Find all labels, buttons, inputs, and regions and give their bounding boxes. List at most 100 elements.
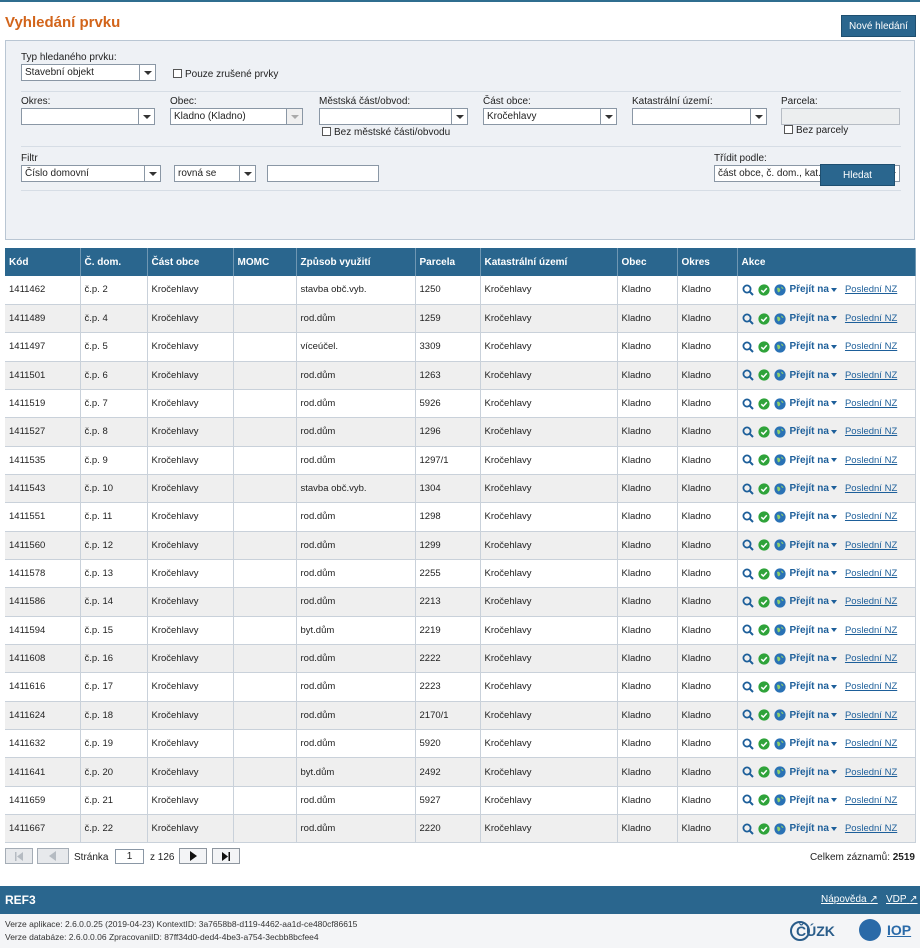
table-row[interactable]: 1411535 č.p. 9 Kročehlavy rod.dům 1297/1 Kroč…	[5, 446, 916, 475]
check-icon[interactable]	[757, 596, 770, 608]
mestska-select[interactable]	[319, 108, 468, 125]
search-icon[interactable]	[742, 653, 754, 665]
first-page-button[interactable]	[5, 848, 33, 864]
search-icon[interactable]	[742, 766, 754, 778]
cast-obce-select[interactable]: Kročehlavy	[483, 108, 617, 125]
globe-icon[interactable]	[773, 766, 786, 778]
table-row[interactable]: 1411608 č.p. 16 Kročehlavy rod.dům 2222 Kroče…	[5, 644, 916, 674]
goto-menu[interactable]: Přejít na	[790, 483, 837, 494]
last-nz-link[interactable]: Poslední NZ	[845, 483, 897, 494]
check-icon[interactable]	[757, 312, 770, 325]
goto-menu[interactable]: Přejít na	[790, 341, 837, 352]
column-header[interactable]: Způsob využití	[296, 248, 416, 276]
globe-icon[interactable]	[773, 397, 786, 410]
search-icon[interactable]	[742, 369, 754, 381]
last-nz-link[interactable]: Poslední NZ	[845, 710, 897, 721]
column-header[interactable]: Část obce	[147, 248, 234, 276]
goto-menu[interactable]: Přejít na	[790, 738, 837, 749]
search-icon[interactable]	[742, 511, 754, 523]
globe-icon[interactable]	[773, 482, 786, 495]
globe-icon[interactable]	[773, 426, 786, 438]
search-icon[interactable]	[742, 568, 754, 580]
search-icon[interactable]	[742, 426, 754, 438]
type-select[interactable]: Stavební objekt	[21, 64, 156, 81]
goto-menu[interactable]: Přejít na	[790, 540, 837, 551]
search-icon[interactable]	[742, 823, 754, 835]
search-icon[interactable]	[742, 681, 754, 693]
check-icon[interactable]	[757, 369, 770, 381]
goto-menu[interactable]: Přejít na	[790, 284, 837, 295]
goto-menu[interactable]: Přejít na	[790, 511, 837, 522]
check-icon[interactable]	[757, 709, 770, 721]
check-icon[interactable]	[757, 454, 770, 466]
check-icon[interactable]	[757, 653, 770, 665]
table-row[interactable]: 1411659 č.p. 21 Kročehlavy rod.dům 5927 Kroče…	[5, 786, 916, 816]
check-icon[interactable]	[757, 823, 770, 835]
globe-icon[interactable]	[773, 284, 786, 296]
column-header[interactable]: Akce	[737, 248, 916, 276]
check-icon[interactable]	[757, 794, 770, 806]
globe-icon[interactable]	[773, 624, 786, 636]
next-page-button[interactable]	[179, 848, 207, 864]
check-icon[interactable]	[757, 511, 770, 523]
globe-icon[interactable]	[773, 823, 786, 835]
search-button[interactable]: Hledat	[820, 164, 895, 186]
column-header[interactable]: MOMC	[233, 248, 297, 276]
globe-icon[interactable]	[773, 568, 786, 580]
goto-menu[interactable]: Přejít na	[790, 455, 837, 466]
search-icon[interactable]	[742, 284, 754, 296]
last-nz-link[interactable]: Poslední NZ	[845, 540, 897, 551]
only-cancelled-checkbox[interactable]	[173, 69, 182, 78]
page-input[interactable]: 1	[115, 849, 144, 864]
globe-icon[interactable]	[773, 312, 786, 325]
goto-menu[interactable]: Přejít na	[790, 370, 837, 381]
column-header[interactable]: Č. dom.	[80, 248, 148, 276]
search-icon[interactable]	[742, 794, 754, 807]
check-icon[interactable]	[757, 624, 770, 636]
vdp-link[interactable]: VDP ↗	[886, 894, 918, 905]
table-row[interactable]: 1411560 č.p. 12 Kročehlavy rod.dům 1299 Kroče…	[5, 531, 916, 560]
table-row[interactable]: 1411489 č.p. 4 Kročehlavy rod.dům 1259 Kročeh…	[5, 304, 916, 334]
goto-menu[interactable]: Přejít na	[790, 653, 837, 664]
check-icon[interactable]	[757, 738, 770, 750]
globe-icon[interactable]	[773, 738, 786, 750]
goto-menu[interactable]: Přejít na	[790, 823, 837, 834]
globe-icon[interactable]	[773, 709, 786, 721]
check-icon[interactable]	[757, 482, 770, 495]
globe-icon[interactable]	[773, 794, 786, 806]
no-parcela-checkbox[interactable]	[784, 125, 793, 134]
globe-icon[interactable]	[773, 681, 786, 693]
table-row[interactable]: 1411616 č.p. 17 Kročehlavy rod.dům 2223 Kroče…	[5, 672, 916, 702]
last-nz-link[interactable]: Poslední NZ	[845, 596, 897, 607]
last-nz-link[interactable]: Poslední NZ	[845, 426, 897, 437]
help-link[interactable]: Nápověda ↗	[821, 894, 878, 905]
last-nz-link[interactable]: Poslední NZ	[845, 681, 897, 692]
table-row[interactable]: 1411624 č.p. 18 Kročehlavy rod.dům 2170/1 Kro…	[5, 701, 916, 731]
search-icon[interactable]	[742, 539, 754, 551]
filtr-operator-select[interactable]: rovná se	[174, 165, 256, 182]
globe-icon[interactable]	[773, 653, 786, 665]
table-row[interactable]: 1411594 č.p. 15 Kročehlavy byt.dům 2219 Kroče…	[5, 616, 916, 645]
globe-icon[interactable]	[773, 511, 786, 523]
table-row[interactable]: 1411543 č.p. 10 Kročehlavy stavba obč.vyb. 1…	[5, 474, 916, 504]
check-icon[interactable]	[757, 539, 770, 551]
globe-icon[interactable]	[773, 369, 786, 381]
goto-menu[interactable]: Přejít na	[790, 795, 837, 806]
search-icon[interactable]	[742, 596, 754, 608]
table-row[interactable]: 1411519 č.p. 7 Kročehlavy rod.dům 5926 Kročeh…	[5, 389, 916, 419]
search-icon[interactable]	[742, 624, 754, 637]
last-nz-link[interactable]: Poslední NZ	[845, 313, 897, 324]
column-header[interactable]: Okres	[677, 248, 738, 276]
column-header[interactable]: Kód	[5, 248, 81, 276]
search-icon[interactable]	[742, 454, 754, 466]
table-row[interactable]: 1411497 č.p. 5 Kročehlavy víceúčel. 3309 Kroč…	[5, 332, 916, 362]
goto-menu[interactable]: Přejít na	[790, 313, 837, 324]
table-row[interactable]: 1411641 č.p. 20 Kročehlavy byt.dům 2492 Kroče…	[5, 757, 916, 787]
prev-page-button[interactable]	[37, 848, 69, 864]
last-nz-link[interactable]: Poslední NZ	[845, 511, 897, 522]
okres-select[interactable]	[21, 108, 155, 125]
katastr-select[interactable]	[632, 108, 767, 125]
last-page-button[interactable]	[212, 848, 240, 864]
last-nz-link[interactable]: Poslední NZ	[845, 455, 897, 466]
search-icon[interactable]	[742, 709, 754, 722]
